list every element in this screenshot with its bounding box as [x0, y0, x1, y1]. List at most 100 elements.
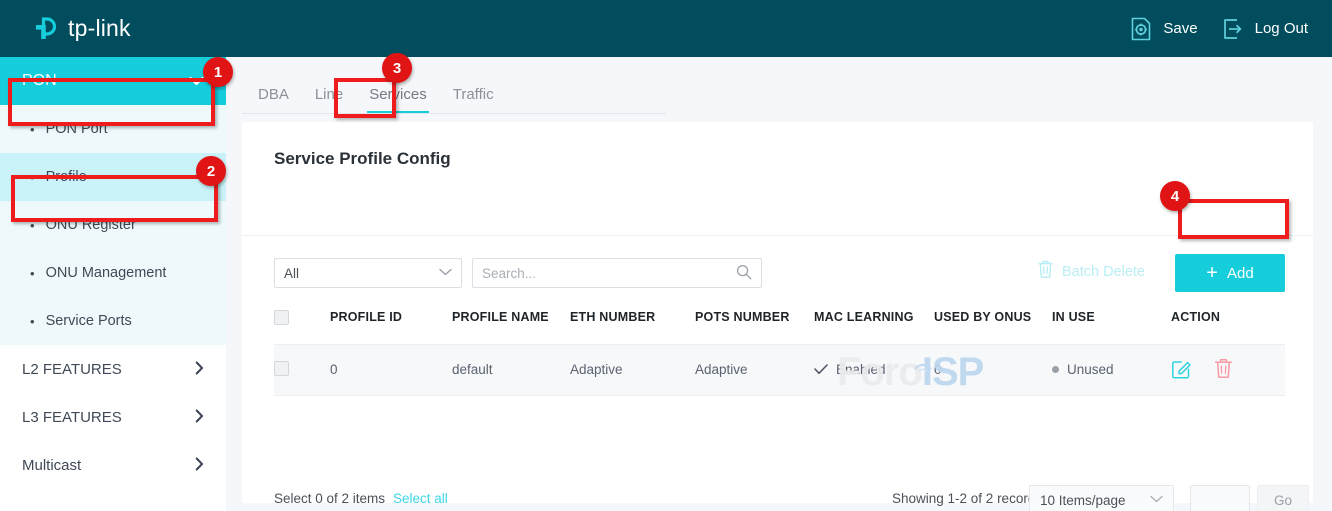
sidebar-group-pon[interactable]: PON	[0, 57, 226, 105]
table-header-pots-number: POTS NUMBER	[695, 306, 814, 344]
add-button-label: Add	[1227, 265, 1254, 282]
page-number-input[interactable]	[1191, 486, 1249, 511]
sidebar-group-l3-features[interactable]: L3 FEATURES	[0, 393, 226, 441]
table-header-profile-id: PROFILE ID	[330, 306, 452, 344]
sidebar-submenu-pon: • PON Port • Profile • ONU Register • ON…	[0, 105, 226, 345]
chevron-right-icon	[195, 361, 204, 378]
tab-traffic[interactable]: Traffic	[440, 86, 507, 113]
delete-trash-icon[interactable]	[1214, 358, 1233, 382]
top-bar-actions: Save Log Out	[1128, 16, 1308, 42]
sidebar-item-onu-register[interactable]: • ONU Register	[0, 201, 226, 249]
filter-select[interactable]: All	[274, 258, 462, 288]
tab-line[interactable]: Line	[302, 86, 356, 113]
table-header-action: ACTION	[1171, 306, 1285, 344]
search-icon[interactable]	[736, 264, 752, 283]
save-button[interactable]: Save	[1128, 16, 1197, 42]
bullet-icon: •	[30, 171, 35, 184]
sidebar-item-label: Service Ports	[46, 313, 132, 329]
tab-bar: DBA Line Services Traffic	[242, 77, 682, 113]
page-size-value: 10 Items/page	[1040, 493, 1126, 508]
plus-icon: +	[1206, 263, 1218, 283]
table-body: 0 default Adaptive Adaptive Enabled	[274, 344, 1285, 395]
table-row[interactable]: 0 default Adaptive Adaptive Enabled	[274, 344, 1285, 395]
edit-pencil-icon[interactable]	[1171, 358, 1192, 382]
selection-info: Select 0 of 2 items	[274, 491, 385, 506]
page-number-input-wrap	[1190, 485, 1250, 511]
table-header-row: PROFILE ID PROFILE NAME ETH NUMBER POTS …	[274, 306, 1285, 344]
sidebar-item-profile[interactable]: • Profile	[0, 153, 226, 201]
table-header-eth-number: ETH NUMBER	[570, 306, 695, 344]
trash-icon	[1037, 260, 1054, 283]
tab-dba[interactable]: DBA	[242, 86, 302, 113]
sidebar-group-l2-features[interactable]: L2 FEATURES	[0, 345, 226, 393]
sidebar-item-label: Profile	[46, 169, 87, 185]
main-content: DBA Line Services Traffic Service Profil…	[226, 57, 1332, 511]
sidebar-group-multicast[interactable]: Multicast	[0, 441, 226, 489]
save-gear-icon	[1128, 16, 1154, 42]
go-button[interactable]: Go	[1257, 485, 1309, 511]
tab-services[interactable]: Services	[356, 86, 440, 113]
check-icon	[814, 362, 828, 378]
cell-profile-name: default	[452, 344, 570, 395]
table-toolbar: All	[274, 258, 1285, 288]
showing-records-info: Showing 1-2 of 2 records	[892, 491, 1042, 506]
cell-action	[1171, 344, 1285, 395]
table-footer: Select 0 of 2 items Select all Showing 1…	[274, 485, 1285, 511]
logout-label: Log Out	[1255, 20, 1308, 37]
sidebar-item-label: ONU Management	[46, 265, 167, 281]
sidebar-item-label: PON Port	[46, 121, 108, 137]
chevron-right-icon	[195, 457, 204, 474]
sidebar-item-service-ports[interactable]: • Service Ports	[0, 297, 226, 345]
select-all-link[interactable]: Select all	[393, 491, 448, 506]
tplink-logo-icon	[33, 14, 63, 44]
sidebar: PON • PON Port • Profile • ONU Register …	[0, 57, 226, 511]
filter-select-value: All	[284, 266, 299, 281]
chevron-right-icon	[195, 409, 204, 426]
table-head: PROFILE ID PROFILE NAME ETH NUMBER POTS …	[274, 306, 1285, 344]
table-header-mac-learning: MAC LEARNING	[814, 306, 934, 344]
row-checkbox[interactable]	[274, 361, 289, 376]
logout-arrow-icon	[1220, 16, 1246, 42]
search-box[interactable]	[472, 258, 762, 288]
app-root: tp-link Save	[0, 0, 1332, 511]
chevron-down-icon	[439, 267, 452, 279]
sidebar-group-label: L2 FEATURES	[22, 361, 122, 378]
sidebar-group-label: Multicast	[22, 457, 81, 474]
service-profile-table: PROFILE ID PROFILE NAME ETH NUMBER POTS …	[274, 306, 1285, 396]
card-divider	[242, 235, 1313, 236]
page-size-select[interactable]: 10 Items/page	[1029, 485, 1174, 511]
sidebar-group-label: L3 FEATURES	[22, 409, 122, 426]
bullet-icon: •	[30, 219, 35, 232]
page-title: Service Profile Config	[274, 149, 451, 169]
search-input[interactable]	[482, 266, 732, 281]
bullet-icon: •	[30, 315, 35, 328]
save-label: Save	[1163, 20, 1197, 37]
bullet-icon: •	[30, 267, 35, 280]
mac-learning-value: Enabled	[836, 362, 886, 377]
logout-button[interactable]: Log Out	[1220, 16, 1308, 42]
sidebar-group-pon-label: PON	[22, 72, 57, 90]
batch-delete-label: Batch Delete	[1062, 264, 1145, 280]
tplink-logo-text: tp-link	[68, 15, 131, 42]
cell-pots-number: Adaptive	[695, 344, 814, 395]
select-all-checkbox[interactable]	[274, 310, 289, 325]
table-header-used-by-onus: USED BY ONUS	[934, 306, 1052, 344]
cell-in-use: Unused	[1052, 344, 1171, 395]
sidebar-item-onu-management[interactable]: • ONU Management	[0, 249, 226, 297]
in-use-value: Unused	[1067, 362, 1114, 377]
bullet-icon: •	[30, 123, 35, 136]
table-header-profile-name: PROFILE NAME	[452, 306, 570, 344]
cell-mac-learning: Enabled	[814, 344, 934, 395]
table-header-in-use: IN USE	[1052, 306, 1171, 344]
add-button[interactable]: + Add	[1175, 254, 1285, 292]
chevron-down-icon	[189, 74, 204, 89]
tab-bar-divider	[242, 113, 666, 114]
sidebar-item-label: ONU Register	[46, 217, 136, 233]
status-dot-icon	[1052, 366, 1059, 373]
sidebar-item-pon-port[interactable]: • PON Port	[0, 105, 226, 153]
table-header-select	[274, 306, 330, 344]
chevron-down-icon	[1150, 494, 1163, 506]
service-profile-card: Service Profile Config All	[242, 122, 1313, 503]
batch-delete-button[interactable]: Batch Delete	[1037, 260, 1145, 283]
cell-profile-id: 0	[330, 344, 452, 395]
